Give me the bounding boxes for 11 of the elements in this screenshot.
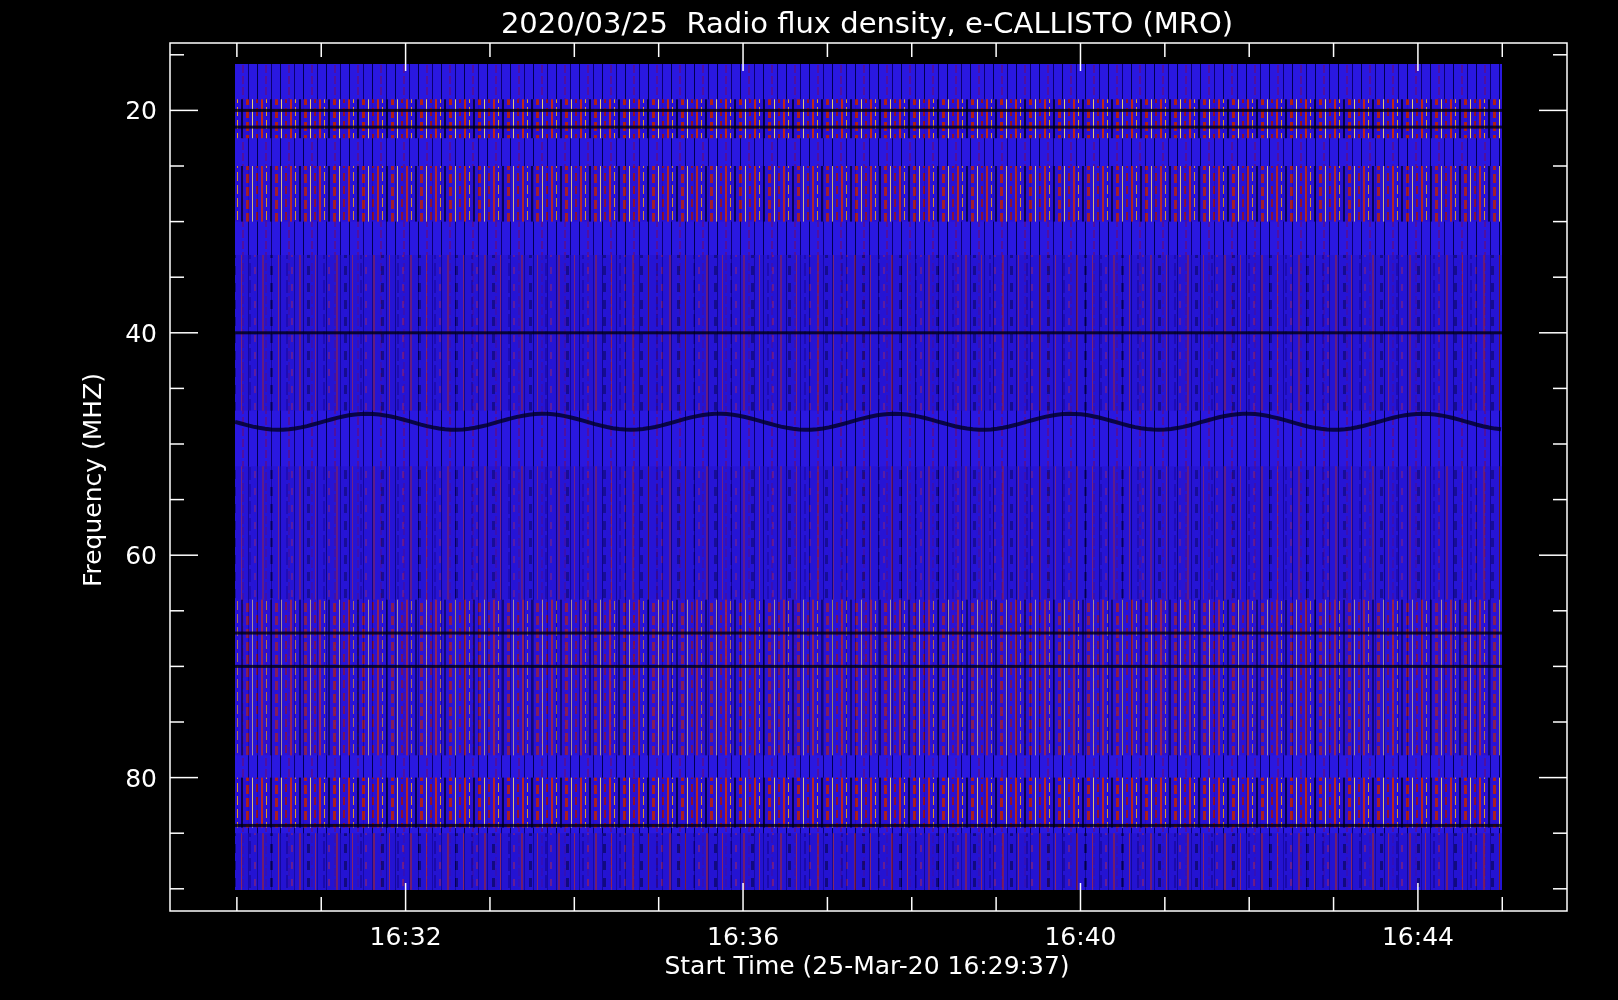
x-tick-label: 16:40 — [1044, 922, 1117, 951]
x-tick-label: 16:44 — [1381, 922, 1454, 951]
x-tick-label: 16:36 — [707, 922, 780, 951]
x-axis-label: Start Time (25-Mar-20 16:29:37) — [664, 951, 1070, 980]
y-tick-label: 60 — [125, 541, 157, 571]
y-axis-label: Frequency (MHZ) — [78, 372, 107, 588]
y-tick-label: 40 — [125, 318, 157, 348]
x-tick-label: 16:32 — [369, 922, 442, 951]
y-tick-label: 80 — [125, 763, 157, 793]
y-tick-label: 20 — [125, 96, 157, 126]
chart-title: 2020/03/25 Radio flux density, e-CALLISTO (MRO) — [500, 6, 1234, 40]
